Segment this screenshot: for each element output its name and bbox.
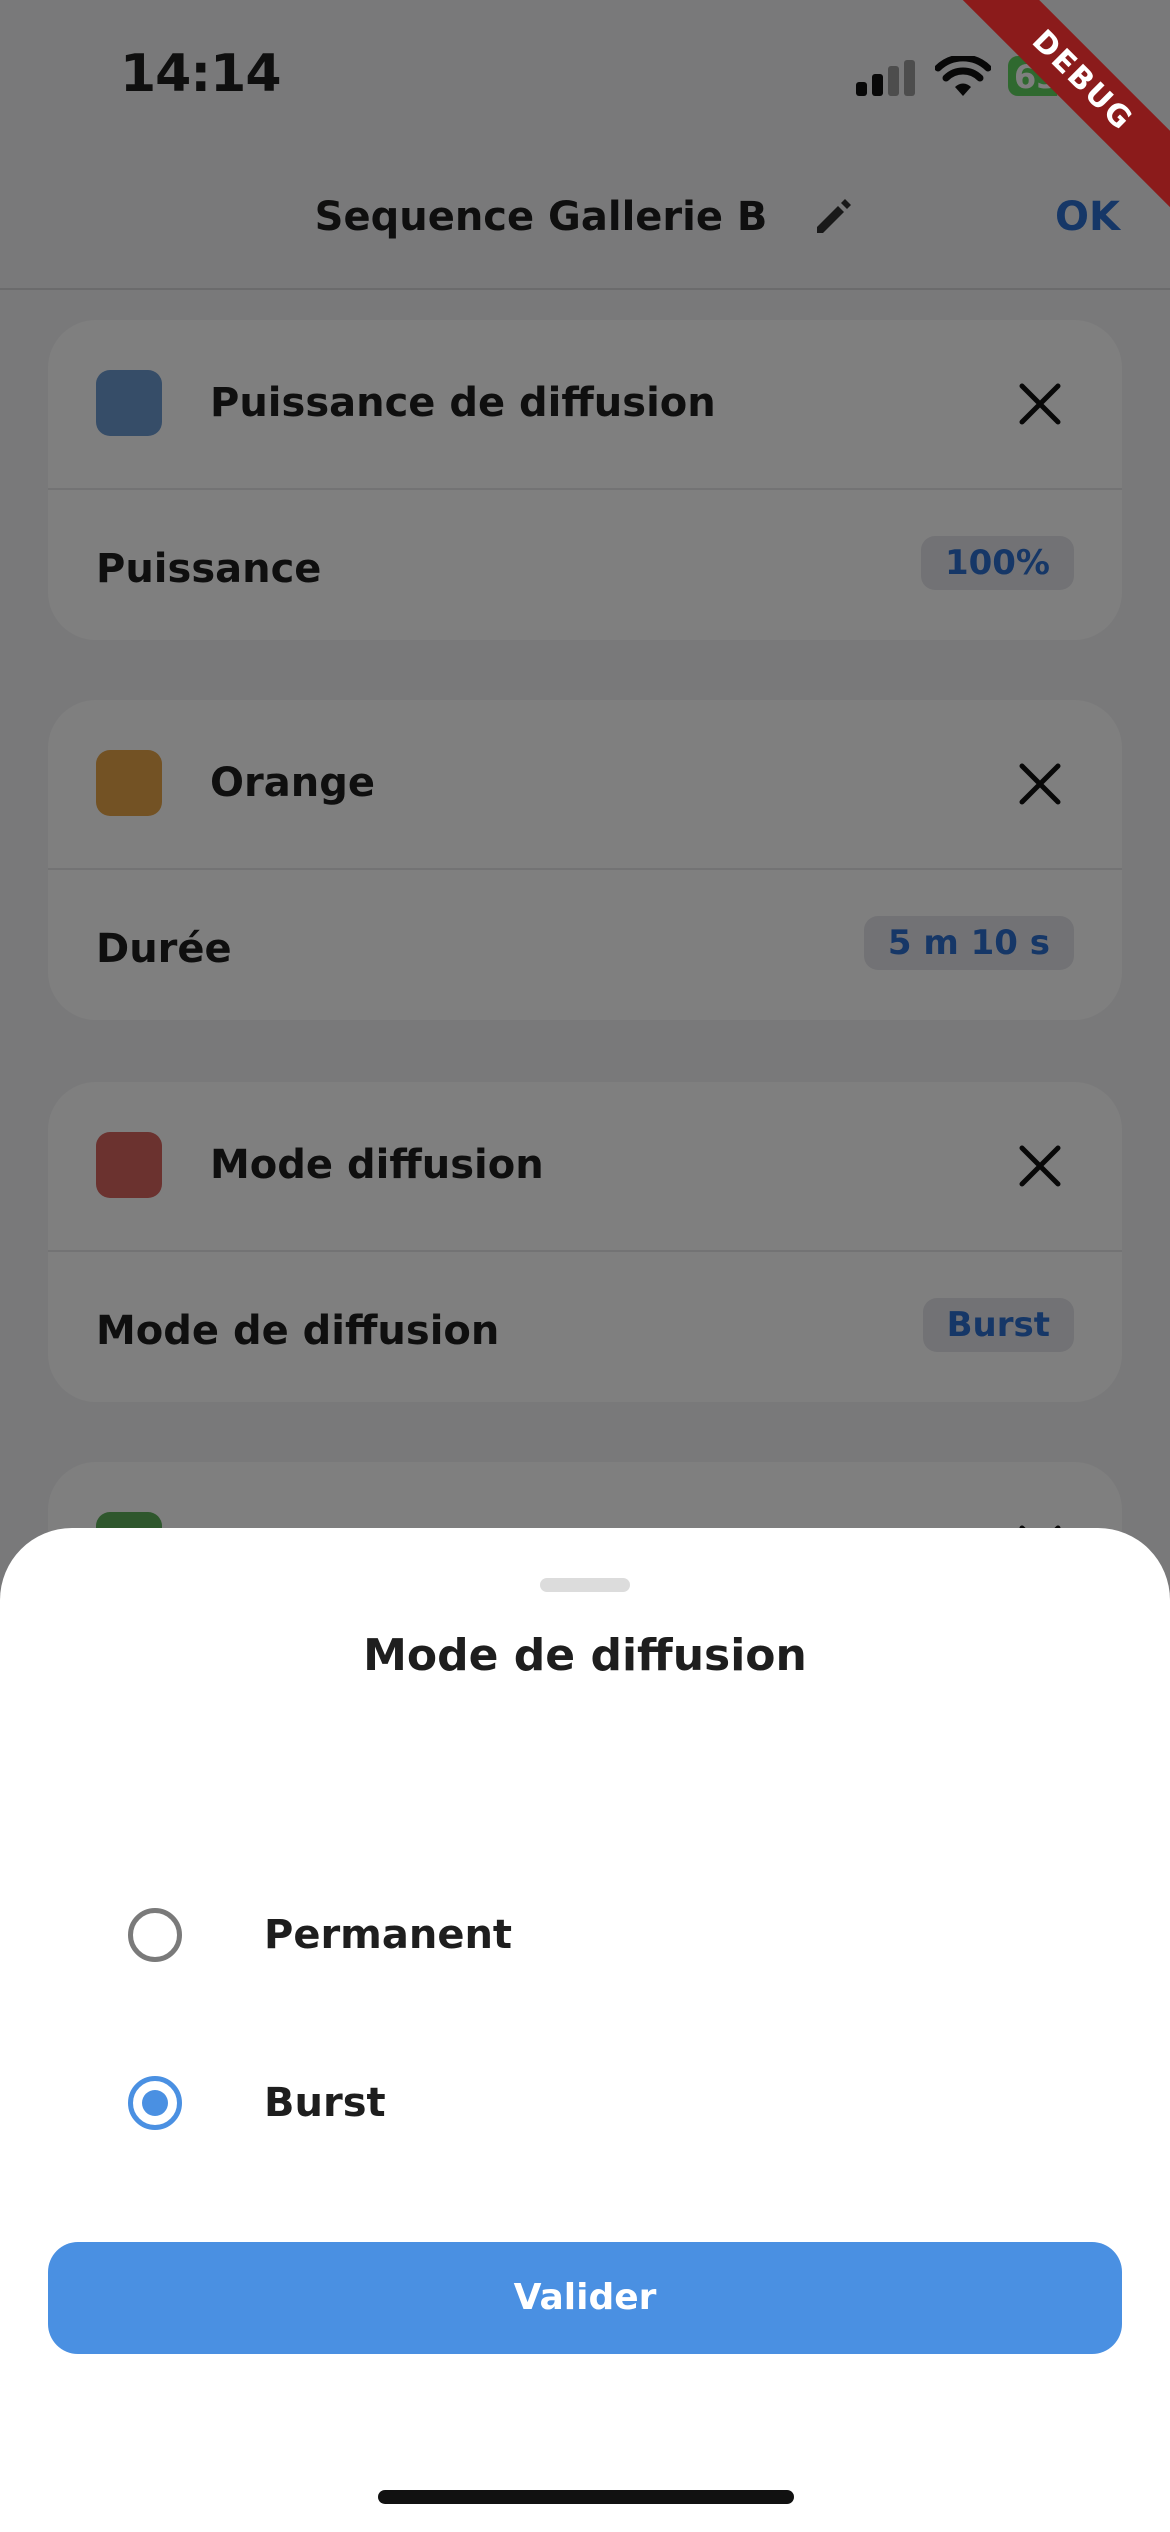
bottom-sheet: Mode de diffusion Permanent Burst Valide… (0, 1528, 1170, 2532)
option-burst[interactable]: Burst (0, 2034, 1170, 2174)
validate-button[interactable]: Valider (48, 2242, 1122, 2354)
sheet-title: Mode de diffusion (363, 1630, 807, 1681)
option-permanent[interactable]: Permanent (0, 1866, 1170, 2006)
home-indicator (378, 2490, 794, 2504)
option-label: Burst (264, 2080, 386, 2126)
drag-handle[interactable] (540, 1578, 630, 1592)
option-label: Permanent (264, 1912, 513, 1958)
radio-button[interactable] (128, 1908, 182, 1962)
radio-button-selected[interactable] (128, 2076, 182, 2130)
